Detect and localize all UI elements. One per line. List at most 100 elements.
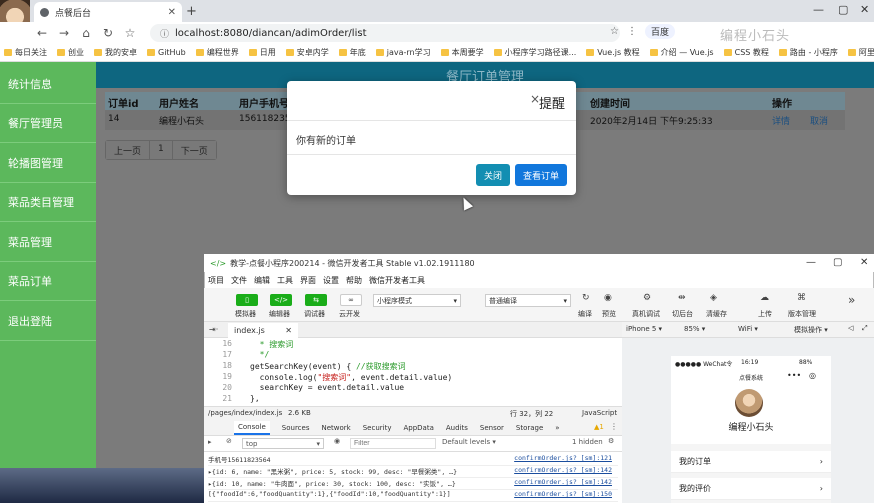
minimize-icon[interactable]: — [806, 257, 816, 268]
bookmark-item[interactable]: 编程世界 [195, 47, 239, 58]
simulator-toggle-icon[interactable]: ▯ [236, 294, 258, 306]
bookmark-item[interactable]: GitHub [147, 48, 186, 57]
console-source-link[interactable]: confirmOrder.js? [sm]:121 [514, 454, 612, 462]
zoom-select[interactable]: 85% ▾ [684, 325, 705, 333]
maximize-icon[interactable]: ▢ [833, 257, 842, 268]
sidebar-item-categories[interactable]: 菜品类目管理 [0, 183, 96, 222]
editor-toggle-icon[interactable]: </> [270, 294, 292, 306]
menu-item[interactable]: 文件 [231, 275, 247, 286]
more-icon[interactable]: ⋮ [610, 422, 618, 431]
fullscreen-icon[interactable]: ⤢ [862, 324, 868, 333]
bookmark-star-icon[interactable]: ☆ [124, 26, 136, 40]
menu-item[interactable]: 工具 [277, 275, 293, 286]
console-tab[interactable]: AppData [403, 424, 433, 432]
prev-page-button[interactable]: 上一页 [106, 141, 151, 159]
file-tab[interactable]: index.js ✕ [228, 323, 298, 338]
console-source-link[interactable]: confirmOrder.js? [sm]:150 [514, 490, 612, 498]
bookmark-item[interactable]: 创业 [57, 47, 84, 58]
view-order-button[interactable]: 查看订单 [515, 164, 567, 186]
next-page-button[interactable]: 下一页 [172, 141, 216, 159]
close-button[interactable]: 关闭 [476, 164, 510, 186]
split-icon[interactable]: ⇥· [209, 325, 218, 334]
cancel-link[interactable]: 取消 [810, 114, 828, 127]
log-levels-select[interactable]: Default levels ▾ [442, 438, 496, 446]
bookmark-item[interactable]: CSS 教程 [723, 47, 769, 58]
maximize-icon[interactable]: ▢ [838, 3, 848, 16]
console-tab[interactable]: Network [322, 424, 351, 432]
menu-item[interactable]: 帮助 [346, 275, 362, 286]
bookmark-item[interactable]: 路由 - 小程序 [778, 47, 838, 58]
console-tab[interactable]: » [555, 424, 559, 432]
console-line[interactable]: ▸{id: 6, name: "黑米粥", price: 5, stock: 9… [208, 466, 618, 478]
close-tab-icon[interactable]: ✕ [168, 7, 176, 18]
console-tab[interactable]: Console [234, 420, 270, 435]
console-line[interactable]: ▸{id: 10, name: "牛肉面", price: 30, stock:… [208, 478, 618, 490]
console-tab[interactable]: Security [363, 424, 392, 432]
background-icon[interactable]: ⇹ [678, 293, 686, 303]
bookmark-item[interactable]: 本周要学 [440, 47, 484, 58]
sidebar-item-logout[interactable]: 退出登陆 [0, 302, 96, 341]
bookmark-item[interactable]: 年底 [338, 47, 366, 58]
new-tab-button[interactable]: + [186, 4, 197, 19]
menu-item[interactable]: 界面 [300, 275, 316, 286]
my-orders-item[interactable]: 我的订单 › [671, 451, 831, 473]
sidebar-item-admins[interactable]: 餐厅管理员 [0, 104, 96, 143]
page-1-button[interactable]: 1 [150, 141, 173, 159]
bookmark-item[interactable]: 小程序学习路径课... [493, 47, 576, 58]
settings-gear-icon[interactable]: ⚙ [608, 437, 614, 445]
my-reviews-item[interactable]: 我的评价 › [671, 478, 831, 500]
context-select[interactable]: top ▾ [242, 438, 324, 449]
console-line[interactable]: [{"foodId":6,"foodQuantity":1},{"foodId"… [208, 490, 618, 502]
sidebar-item-orders[interactable]: 菜品订单 [0, 262, 96, 301]
close-tab-icon[interactable]: ✕ [285, 326, 292, 335]
upload-icon[interactable]: ☁ [760, 293, 769, 303]
capsule-close-icon[interactable]: ◎ [809, 371, 816, 380]
menu-dots-icon[interactable]: ⋮ [627, 26, 637, 37]
console-sidebar-icon[interactable]: ▸ [208, 438, 212, 446]
bookmark-item[interactable]: 我的安卓 [94, 47, 137, 58]
bookmark-item[interactable]: 每日关注 [4, 47, 47, 58]
cloud-dev-icon[interactable]: ∞ [340, 294, 362, 306]
debugger-toggle-icon[interactable]: ⇆ [305, 294, 327, 306]
close-window-icon[interactable]: ✕ [860, 257, 868, 268]
menu-item[interactable]: 微信开发者工具 [369, 275, 425, 286]
detail-link[interactable]: 详情 [772, 114, 790, 127]
compile-select[interactable]: 普通编译 ▾ [485, 294, 571, 307]
browser-tab[interactable]: 点餐后台 ✕ [34, 2, 182, 22]
clear-cache-icon[interactable]: ◈ [710, 293, 717, 303]
mute-icon[interactable]: ◁ [848, 324, 853, 332]
bookmark-item[interactable]: 安卓内学 [285, 47, 329, 58]
url-field[interactable]: ⓘ localhost:8080/diancan/adimOrder/list [150, 24, 620, 42]
compile-icon[interactable]: ↻ [582, 293, 590, 303]
clear-console-icon[interactable]: ⊘ [226, 437, 232, 445]
device-select[interactable]: iPhone 5 ▾ [626, 325, 662, 333]
version-icon[interactable]: ⌘ [797, 293, 806, 303]
network-select[interactable]: WiFi ▾ [738, 325, 758, 333]
console-tab[interactable]: Audits [446, 424, 468, 432]
menu-item[interactable]: 编辑 [254, 275, 270, 286]
mode-select[interactable]: 小程序模式 ▾ [373, 294, 461, 307]
capsule-menu-icon[interactable]: ••• [787, 371, 801, 380]
bookmark-item[interactable]: Vue.js 教程 [586, 47, 640, 58]
minimize-icon[interactable]: — [813, 3, 824, 16]
preview-icon[interactable]: ◉ [604, 293, 612, 303]
bookmark-item[interactable]: 阿里云推荐有礼活动 [847, 47, 874, 58]
sidebar-item-banners[interactable]: 轮播图管理 [0, 144, 96, 183]
forward-icon[interactable]: → [58, 26, 70, 40]
search-engine-box[interactable]: 百度 [644, 24, 675, 39]
simulate-select[interactable]: 模拟操作 ▾ [794, 325, 828, 335]
bookmark-item[interactable]: 介绍 — Vue.js [649, 47, 714, 58]
close-window-icon[interactable]: ✕ [860, 3, 869, 16]
menu-item[interactable]: 设置 [323, 275, 339, 286]
more-icon[interactable]: » [848, 293, 855, 307]
console-tab[interactable]: Sources [282, 424, 310, 432]
console-source-link[interactable]: confirmOrder.js? [sm]:142 [514, 466, 612, 474]
remote-debug-icon[interactable]: ⚙ [643, 293, 651, 303]
back-icon[interactable]: ← [36, 26, 48, 40]
star-icon[interactable]: ☆ [610, 26, 619, 37]
bookmark-item[interactable]: java-rn学习 [375, 47, 431, 58]
reload-icon[interactable]: ↻ [102, 26, 114, 40]
bookmark-item[interactable]: 日用 [248, 47, 276, 58]
console-line[interactable]: 手机号15611823564 confirmOrder.js? [sm]:121 [208, 454, 618, 466]
menu-item[interactable]: 项目 [208, 275, 224, 286]
